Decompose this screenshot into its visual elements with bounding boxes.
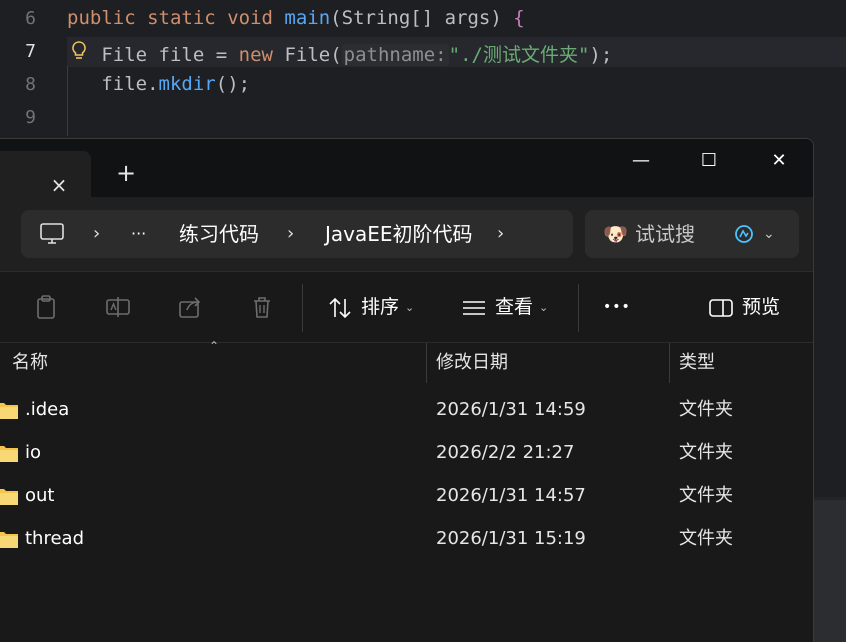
search-placeholder[interactable]: 试试搜	[635, 220, 695, 248]
maximize-button[interactable]: ☐	[689, 149, 729, 173]
sort-ascending-icon: ⌃	[209, 339, 220, 353]
file-type: 文件夹	[679, 485, 733, 506]
file-row-idea[interactable]: .idea 2026/1/31 14:59 文件夹	[0, 389, 813, 432]
class-name: File	[284, 44, 331, 66]
breadcrumb-chevron-icon[interactable]: ›	[93, 222, 100, 246]
dot: .	[147, 73, 159, 95]
folder-icon	[0, 403, 18, 419]
address-bar[interactable]: › ··· 练习代码 › JavaEE初阶代码 ›	[21, 210, 573, 258]
file-name: io	[25, 442, 42, 463]
folder-icon	[0, 489, 18, 505]
preview-label: 预览	[742, 296, 781, 318]
paren: (	[330, 7, 342, 29]
new-tab-button[interactable]: +	[115, 161, 137, 185]
preview-pane-icon	[709, 298, 733, 317]
line-number-6: 6	[25, 8, 36, 29]
brace: {	[513, 7, 525, 29]
more-options-button[interactable]: •••	[603, 292, 631, 322]
keyword: static	[147, 7, 216, 29]
close-tab-icon[interactable]: ×	[49, 175, 69, 195]
share-icon[interactable]	[177, 294, 203, 320]
keyword: new	[238, 44, 273, 66]
close-window-button[interactable]: ✕	[759, 149, 799, 173]
column-divider[interactable]	[669, 343, 670, 383]
file-name: .idea	[25, 399, 70, 420]
paren: );	[589, 44, 613, 66]
line-number-8: 8	[25, 74, 36, 95]
breadcrumb-chevron-icon[interactable]: ›	[287, 222, 294, 246]
variable-name: file	[101, 73, 148, 95]
code-line-7[interactable]: File file = new File(pathname: "./测试文件夹")…	[67, 40, 612, 67]
command-bar: 排序 ⌄ 查看 ⌄ ••• 预览	[0, 271, 813, 343]
code-line-8[interactable]: file.mkdir();	[67, 73, 250, 95]
line-number-7: 7	[25, 41, 36, 62]
view-button[interactable]: 查看 ⌄	[461, 292, 548, 322]
parameter-hint: pathname:	[341, 44, 449, 66]
minimize-button[interactable]: —	[621, 149, 661, 173]
file-name: out	[25, 485, 55, 506]
delete-icon[interactable]	[249, 294, 275, 320]
side-panel	[814, 500, 846, 642]
column-divider[interactable]	[426, 343, 427, 383]
file-modified: 2026/2/2 21:27	[436, 442, 575, 463]
ai-search-icon[interactable]	[733, 223, 755, 245]
chevron-down-icon: ⌄	[405, 300, 415, 314]
title-bar[interactable]: × + — ☐ ✕	[0, 139, 813, 197]
paren: (	[330, 44, 342, 66]
preview-pane-button[interactable]: 预览	[708, 292, 780, 322]
paste-icon[interactable]	[33, 294, 59, 320]
variable-name: file	[158, 44, 205, 66]
file-row-thread[interactable]: thread 2026/1/31 15:19 文件夹	[0, 518, 813, 561]
file-type: 文件夹	[679, 399, 733, 420]
sort-button[interactable]: 排序 ⌄	[327, 292, 414, 322]
method-name: mkdir	[158, 73, 216, 95]
search-mascot-icon: 🐶	[603, 222, 628, 246]
file-name: thread	[25, 528, 85, 549]
column-header-name[interactable]: 名称	[12, 351, 48, 375]
folder-icon	[0, 446, 18, 462]
rename-icon[interactable]	[105, 294, 131, 320]
param-name: args	[444, 7, 491, 29]
keyword: void	[227, 7, 273, 29]
string-literal: "./测试文件夹"	[448, 44, 590, 66]
file-row-io[interactable]: io 2026/2/2 21:27 文件夹	[0, 432, 813, 475]
file-modified: 2026/1/31 14:57	[436, 485, 586, 506]
column-header-modified[interactable]: 修改日期	[436, 351, 508, 375]
column-headers: ⌃ 名称 修改日期 类型	[0, 339, 813, 383]
line-number-9: 9	[25, 107, 36, 128]
file-row-out[interactable]: out 2026/1/31 14:57 文件夹	[0, 475, 813, 518]
call-parens: ();	[215, 73, 251, 95]
breadcrumb-chevron-icon[interactable]: ›	[497, 222, 504, 246]
view-label: 查看	[495, 296, 534, 318]
chevron-down-icon: ⌄	[539, 300, 549, 314]
breadcrumb-practice-code[interactable]: 练习代码	[179, 220, 259, 248]
toolbar-divider	[302, 284, 303, 332]
file-modified: 2026/1/31 14:59	[436, 399, 586, 420]
explorer-tab[interactable]: ×	[0, 151, 91, 197]
file-modified: 2026/1/31 15:19	[436, 528, 586, 549]
operator: =	[215, 44, 228, 66]
code-line-6[interactable]: public static void main(String[] args) {	[67, 7, 525, 29]
file-type: 文件夹	[679, 528, 733, 549]
file-explorer-window[interactable]: × + — ☐ ✕ › ··· 练习代码 › JavaEE初阶代码 › 🐶 试试…	[0, 138, 814, 642]
folder-icon	[0, 532, 18, 548]
breadcrumb-javaee-code[interactable]: JavaEE初阶代码	[325, 220, 473, 248]
file-type: 文件夹	[679, 442, 733, 463]
navigation-bar: › ··· 练习代码 › JavaEE初阶代码 › 🐶 试试搜 ⌄	[0, 197, 813, 271]
method-name: main	[284, 7, 331, 29]
chevron-down-icon[interactable]: ⌄	[763, 223, 775, 245]
search-box[interactable]: 🐶 试试搜 ⌄	[585, 210, 799, 258]
view-icon	[463, 300, 485, 315]
breadcrumb-overflow-button[interactable]: ···	[131, 220, 146, 248]
toolbar-divider	[578, 284, 579, 332]
type-name: File	[101, 44, 148, 66]
sort-icon	[329, 297, 351, 318]
paren: )	[490, 7, 502, 29]
column-header-type[interactable]: 类型	[679, 351, 715, 375]
keyword: public	[67, 7, 136, 29]
this-pc-icon[interactable]	[39, 222, 65, 246]
sort-label: 排序	[361, 296, 400, 318]
type-name: String[]	[341, 7, 434, 29]
